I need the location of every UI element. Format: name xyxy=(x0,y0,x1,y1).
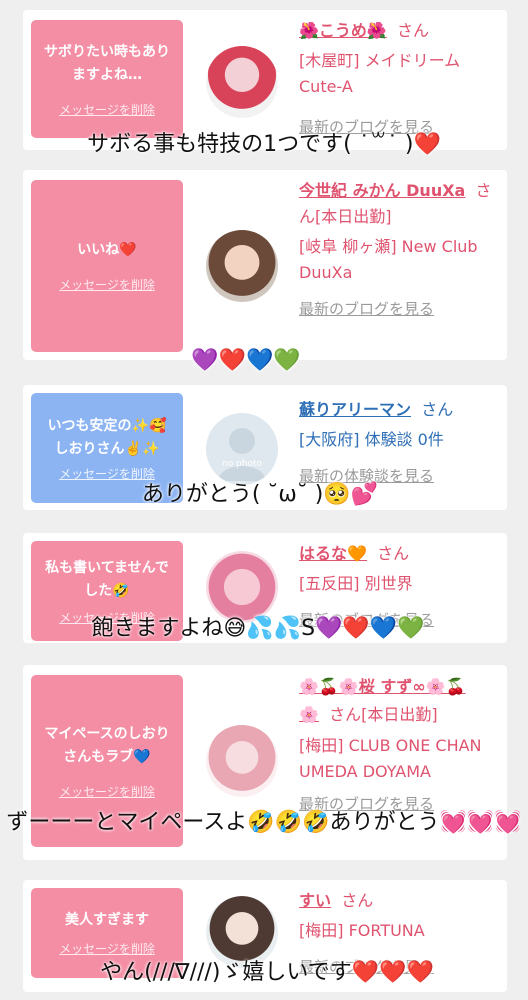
message-text: いつも安定の✨🥰しおりさん✌️✨ xyxy=(47,417,167,457)
avatar[interactable] xyxy=(206,230,278,302)
honorific: さん xyxy=(421,400,454,419)
message-text: 私も書いてませんでした🤣 xyxy=(45,559,169,599)
reply-overlay-text: 💜❤️💙💚 xyxy=(191,348,301,373)
message-card: サボりたい時もありますよね… メッセージを削除 🌺こうめ🌺 さん [木屋町] メ… xyxy=(23,10,507,150)
profile-name-link[interactable]: 🌺こうめ🌺 xyxy=(299,21,387,40)
message-text: マイペースのしおりさんもラブ💙 xyxy=(44,725,170,765)
reply-overlay-text: やん(///∇///)ゞ嬉しいです❤️❤️❤️ xyxy=(100,960,434,985)
shop-info: [岐阜 柳ヶ瀬] New Club DuuXa xyxy=(299,237,478,282)
shop-info: [木屋町] メイドリーム Cute-A xyxy=(299,51,461,96)
no-photo-icon xyxy=(218,428,266,481)
profile-name-link[interactable]: 今世紀 みかん DuuXa xyxy=(299,181,465,200)
message-bubble: いいね❤️ メッセージを削除 xyxy=(31,180,183,352)
reply-overlay-text: サボる事も特技の1つです( ˙꒳˙ )❤️ xyxy=(87,132,441,157)
shop-info: [梅田] FORTUNA xyxy=(299,921,425,940)
delete-message-link[interactable]: メッセージを削除 xyxy=(59,276,155,293)
message-bubble: サボりたい時もありますよね… メッセージを削除 xyxy=(31,20,183,138)
delete-message-link[interactable]: メッセージを削除 xyxy=(59,101,155,118)
delete-message-link[interactable]: メッセージを削除 xyxy=(59,465,155,482)
reply-overlay-text: 飽きますよね😅💦💦S💜❤️💙💚 xyxy=(91,616,425,641)
honorific: さん[本日出勤] xyxy=(329,705,438,724)
message-text: 美人すぎます xyxy=(65,912,149,928)
avatar[interactable] xyxy=(206,46,278,118)
delete-message-link[interactable]: メッセージを削除 xyxy=(59,940,155,957)
message-card: いいね❤️ メッセージを削除 今世紀 みかん DuuXa さん[本日出勤] [岐… xyxy=(23,170,507,360)
shop-info: [梅田] CLUB ONE CHAN UMEDA DOYAMA xyxy=(299,736,482,781)
latest-blog-link[interactable]: 最新のブログを見る xyxy=(299,296,499,322)
delete-message-link[interactable]: メッセージを削除 xyxy=(59,783,155,800)
avatar[interactable] xyxy=(206,725,278,797)
reply-overlay-text: ありがとう( ˘ω˘ )🥺💕 xyxy=(141,482,379,507)
honorific: さん xyxy=(397,21,430,40)
review-info: [大阪府] 体験談 0件 xyxy=(299,430,444,449)
message-text: いいね❤️ xyxy=(77,242,137,258)
profile-name-link[interactable]: はるな🧡 xyxy=(299,544,367,563)
profile-name-link[interactable]: 蘇りアリーマン xyxy=(299,400,411,419)
profile-name-link[interactable]: すい xyxy=(299,891,331,910)
reply-overlay-text: ずーーーとマイペースよ🤣🤣🤣ありがとう💓💓💓 xyxy=(6,810,522,835)
avatar[interactable]: no photo xyxy=(206,413,278,485)
honorific: さん xyxy=(341,891,374,910)
honorific: さん xyxy=(377,544,410,563)
avatar[interactable] xyxy=(206,551,278,623)
no-photo-label: no photo xyxy=(221,459,263,469)
message-text: サボりたい時もありますよね… xyxy=(44,43,170,83)
shop-info: [五反田] 別世界 xyxy=(299,574,413,593)
